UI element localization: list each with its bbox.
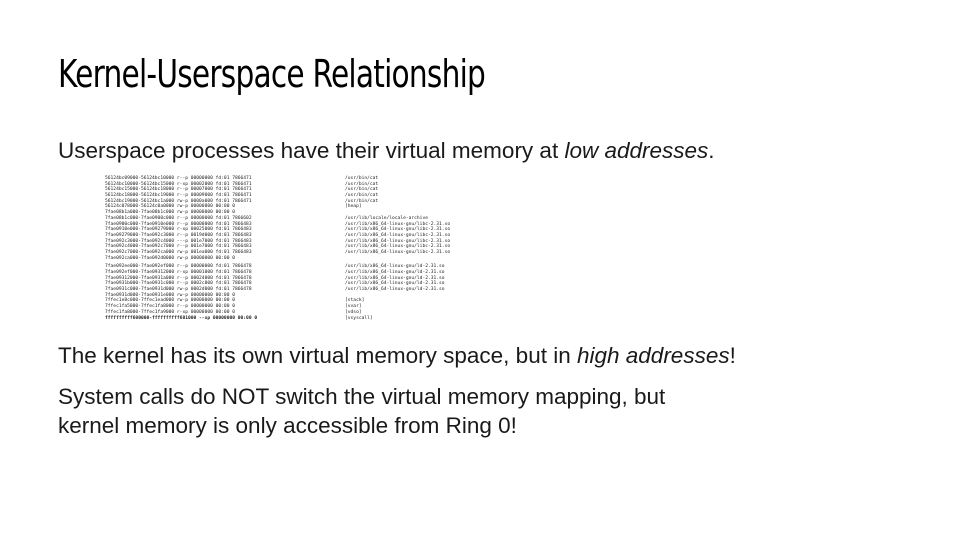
p3-line1: System calls do NOT switch the virtual m… <box>58 384 666 409</box>
p2-emphasis: high addresses <box>576 343 730 368</box>
p1-end: . <box>708 138 715 163</box>
p3-line2: kernel memory is only accessible from Ri… <box>58 413 517 438</box>
map-path: /usr/lib/x86_64-linux-gnu/libc-2.31.so <box>345 249 451 255</box>
p1-text: Userspace processes have their virtual m… <box>58 138 565 163</box>
paragraph-kernel-high-addresses: The kernel has its own virtual memory sp… <box>58 341 736 370</box>
p1-emphasis: low addresses <box>564 138 709 163</box>
map-path: [heap] <box>345 204 362 210</box>
slide: Kernel-Userspace Relationship Userspace … <box>0 0 960 540</box>
map-entry: ffffffffff600000-ffffffffff601000 --xp 0… <box>105 315 258 321</box>
map-path: /usr/lib/x86_64-linux-gnu/ld-2.31.so <box>345 287 445 293</box>
p2-text: The kernel has its own virtual memory sp… <box>58 343 577 368</box>
map-entry: 7fae092ca000-7fae092d0000 rw-p 00000000 … <box>105 255 235 261</box>
slide-title: Kernel-Userspace Relationship <box>58 52 486 96</box>
paragraph-system-calls: System calls do NOT switch the virtual m… <box>58 382 665 440</box>
paragraph-userspace-low-addresses: Userspace processes have their virtual m… <box>58 136 715 165</box>
p2-end: ! <box>729 343 736 368</box>
map-path: [vsyscall] <box>345 315 373 321</box>
